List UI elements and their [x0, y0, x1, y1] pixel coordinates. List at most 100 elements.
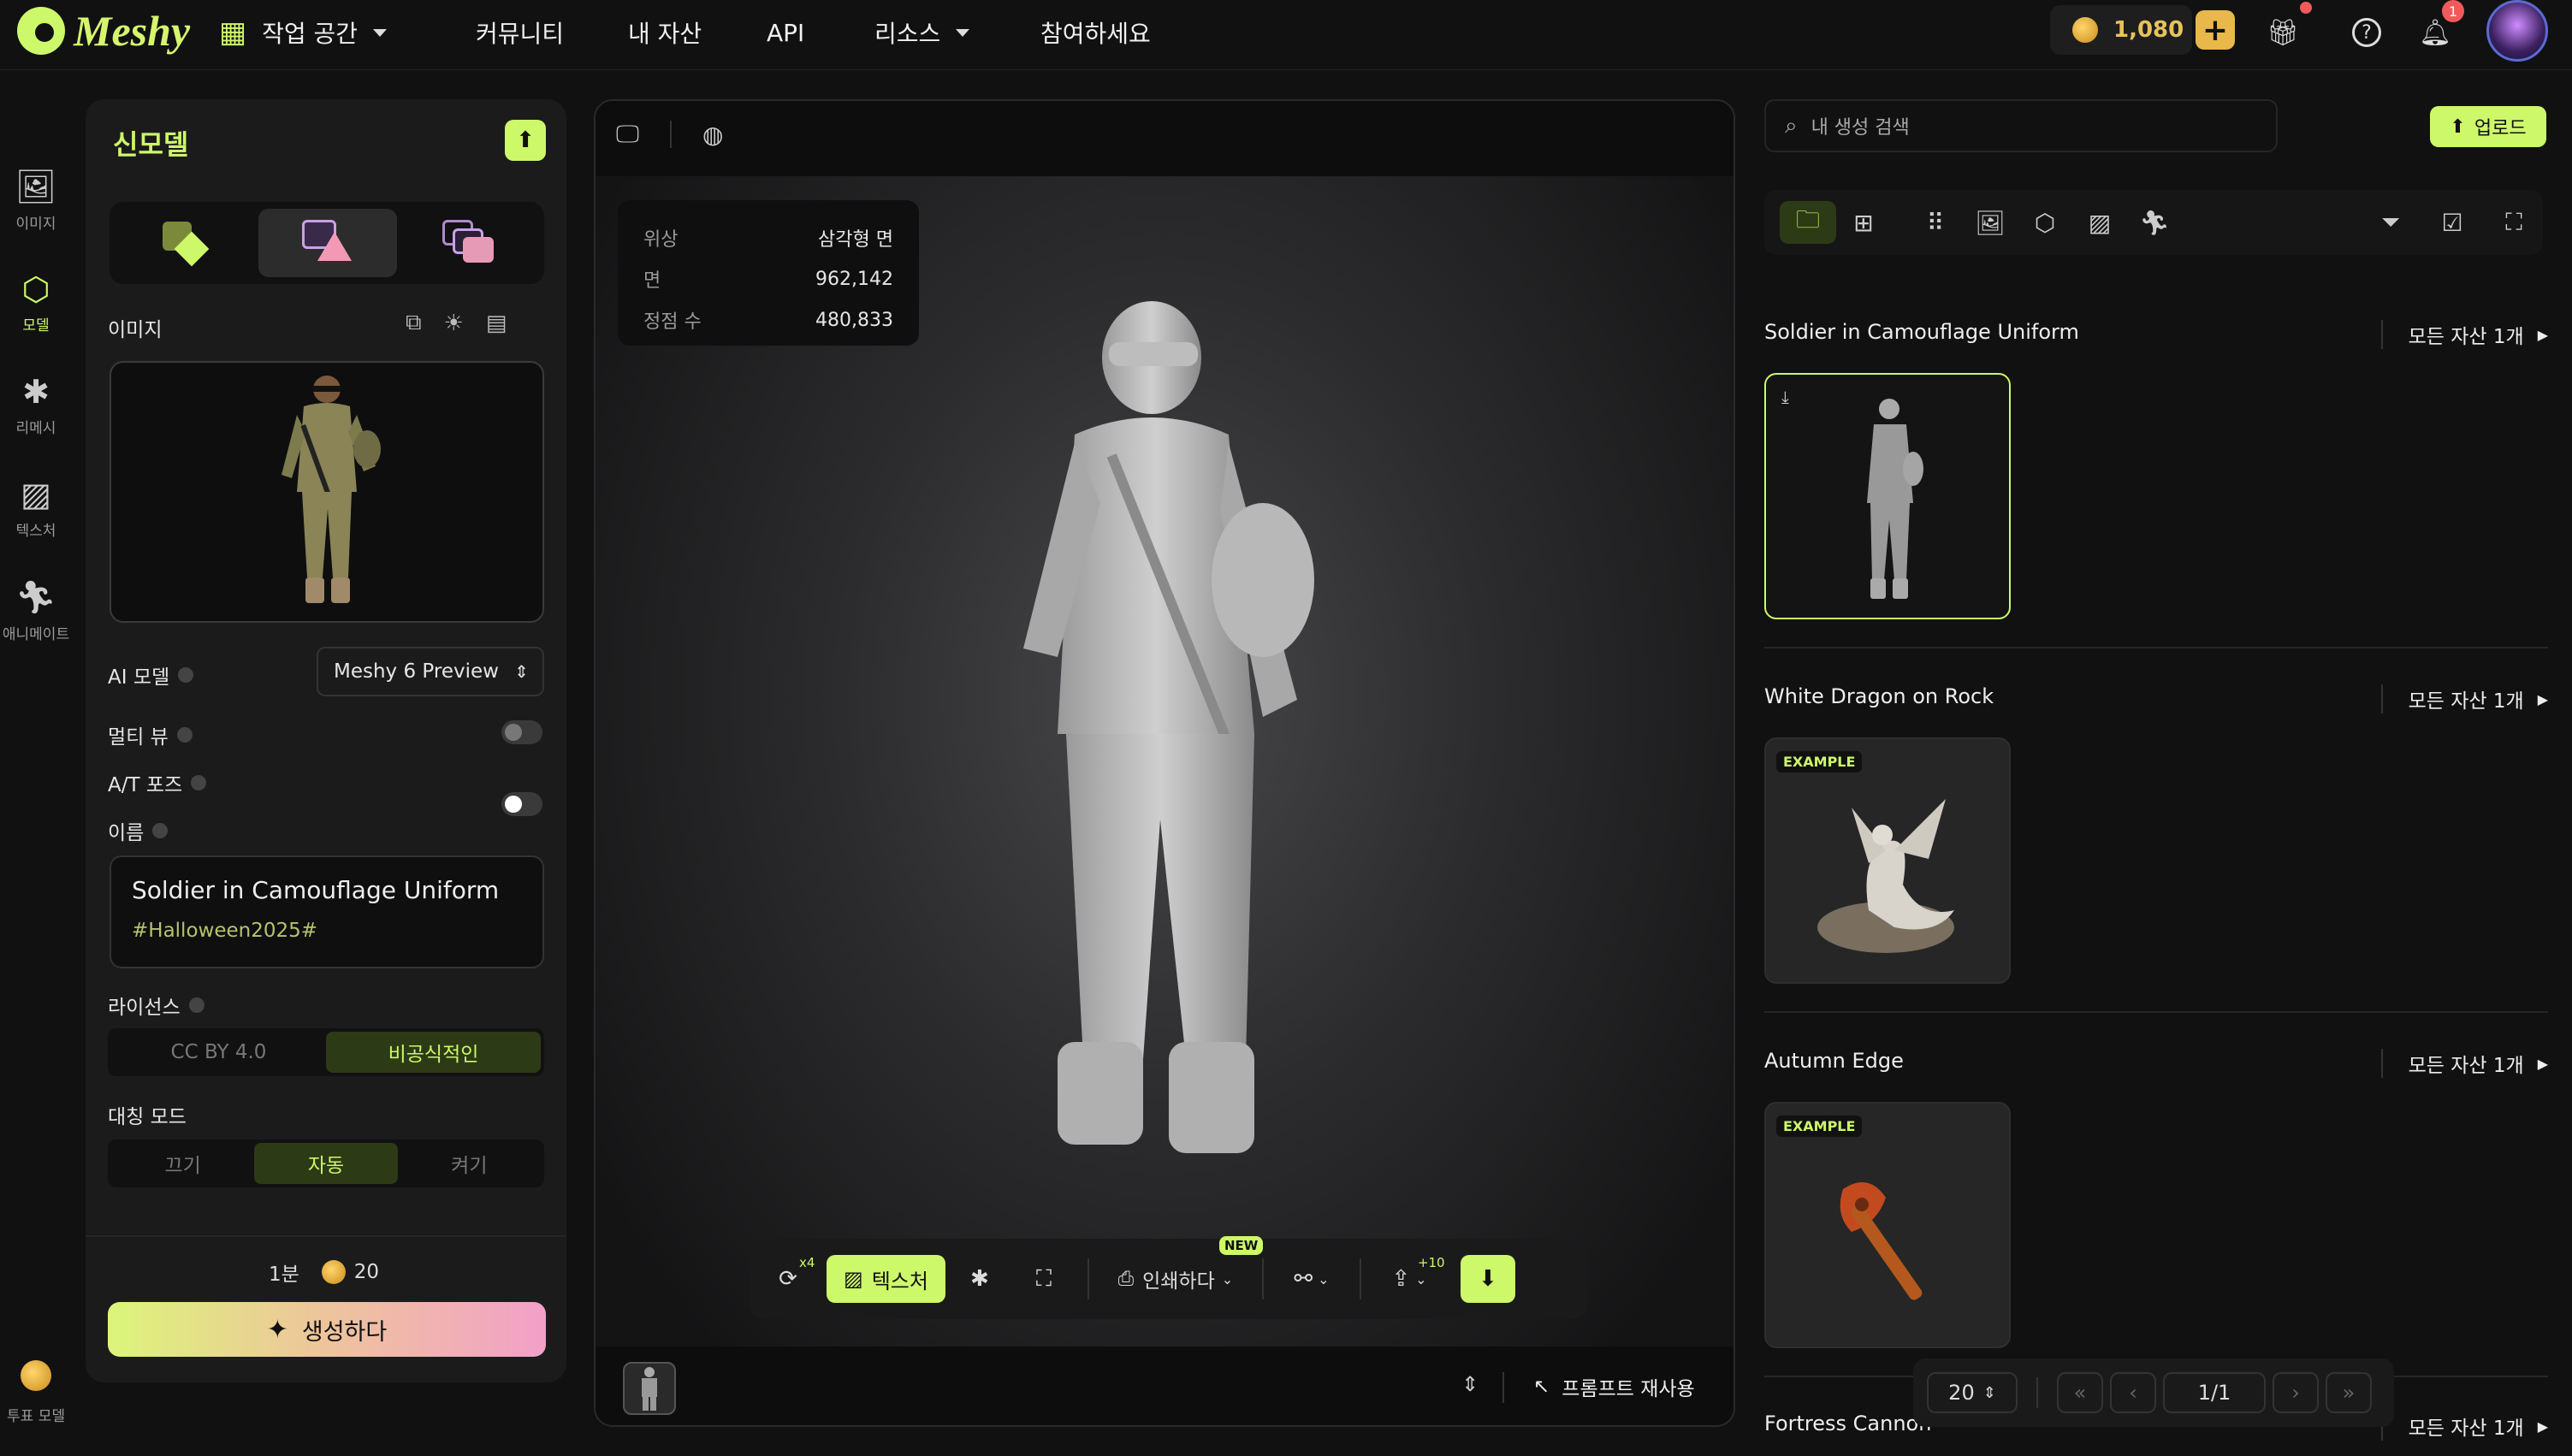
- symmetry-auto[interactable]: 자동: [254, 1143, 398, 1184]
- info-icon[interactable]: [188, 997, 204, 1013]
- soldier-thumbnail-image: [281, 376, 381, 603]
- refresh-button[interactable]: ⟳ x4: [750, 1255, 827, 1303]
- generate-button[interactable]: ✦ 생성하다: [108, 1302, 546, 1357]
- prev-page-button[interactable]: ‹: [2110, 1372, 2156, 1413]
- rail-texture[interactable]: ▨ 텍스처: [0, 476, 72, 540]
- expand-updown-icon[interactable]: ⇕: [1461, 1372, 1479, 1396]
- first-page-button[interactable]: «: [2057, 1372, 2103, 1413]
- license-private[interactable]: 비공식적인: [326, 1032, 541, 1073]
- download-icon[interactable]: ⤓: [1781, 387, 1789, 407]
- rail-image[interactable]: 🖼︎ 이미지: [0, 168, 72, 233]
- buy-credits-button[interactable]: +: [2196, 10, 2235, 50]
- input-image[interactable]: [110, 361, 544, 623]
- page-indicator[interactable]: 1/1: [2163, 1372, 2266, 1413]
- asset-card[interactable]: EXAMPLE: [1764, 737, 2011, 984]
- nav-community[interactable]: 커뮤니티: [476, 14, 564, 51]
- refresh-icon: ⟳: [779, 1266, 797, 1292]
- upload-icon: ⬆: [2450, 115, 2466, 138]
- rail-model[interactable]: ⬡ 모델: [0, 270, 72, 334]
- mode-text-to-3d[interactable]: [116, 209, 255, 277]
- view-all-link[interactable]: 모든 자산 1개 ▶: [2380, 1412, 2548, 1441]
- rail-vote[interactable]: 투표 모델: [0, 1360, 72, 1425]
- license-label: 라이선스: [108, 997, 181, 1019]
- print-button[interactable]: ⎙ 인쇄하다 ⌄ NEW: [1103, 1236, 1264, 1303]
- view-all-link[interactable]: 모든 자산 1개 ▶: [2380, 1049, 2548, 1078]
- remesh-button[interactable]: ✱: [945, 1255, 1014, 1303]
- download-button[interactable]: ⬇: [1460, 1255, 1515, 1303]
- upload-button[interactable]: ⬆ 업로드: [2430, 106, 2546, 147]
- running-icon[interactable]: 🏃︎: [2136, 204, 2173, 241]
- name-tag[interactable]: #Halloween2025#: [132, 920, 522, 942]
- monitor-icon[interactable]: 🖵︎: [616, 120, 639, 149]
- symmetry-on[interactable]: 켜기: [398, 1143, 541, 1184]
- texture-button[interactable]: ▨ 텍스처: [827, 1255, 945, 1303]
- share-button[interactable]: ⇪ ⌄ +10: [1375, 1255, 1444, 1303]
- license-cc-by[interactable]: CC BY 4.0: [111, 1032, 326, 1073]
- grid-view-icon[interactable]: ⊞: [1845, 204, 1882, 241]
- mode-multi-image[interactable]: [399, 209, 537, 277]
- view-all-link[interactable]: 모든 자산 1개 ▶: [2380, 684, 2548, 713]
- checkbox-icon[interactable]: ☑: [2433, 204, 2471, 241]
- asset-card[interactable]: EXAMPLE: [1764, 1102, 2011, 1348]
- credit-balance[interactable]: 1,080: [2050, 5, 2192, 55]
- axe-card-image: [1840, 1182, 1923, 1300]
- ai-model-select[interactable]: Meshy 6 Preview ⇕: [317, 647, 544, 696]
- cube-icon: ⬡: [21, 270, 50, 308]
- top-nav: Meshy ▦ 작업 공간 커뮤니티 내 자산 API 리소스 참여하세요 1,…: [0, 0, 2572, 70]
- time-estimate: 1분: [269, 1264, 299, 1286]
- logo[interactable]: Meshy: [17, 3, 190, 58]
- stat-row: 위상 삼각형 면: [643, 217, 893, 258]
- info-icon[interactable]: [152, 823, 169, 838]
- info-icon[interactable]: [176, 727, 193, 743]
- nav-workspace[interactable]: ▦ 작업 공간: [219, 14, 388, 51]
- viewer-bottom-bar: ⇕ ↖ 프롬프트 재사용: [596, 1347, 1733, 1425]
- reuse-prompt-label: 프롬프트 재사용: [1562, 1378, 1695, 1400]
- document-icon[interactable]: ▤: [486, 311, 507, 336]
- mode-selector: [110, 202, 544, 284]
- next-page-button[interactable]: ›: [2273, 1372, 2319, 1413]
- nav-resources[interactable]: 리소스: [874, 14, 970, 51]
- running-icon: 🏃︎: [15, 578, 57, 616]
- rail-remesh[interactable]: ✱ 리메시: [0, 373, 72, 437]
- model-viewer[interactable]: 🖵︎ ◍ 위상 삼각형 면 면 962,142 정점 수 480,833 ⟳ x…: [594, 99, 1735, 1427]
- cube-icon[interactable]: ⬡: [2026, 204, 2064, 241]
- reuse-prompt-button[interactable]: ↖ 프롬프트 재사용: [1533, 1372, 1695, 1401]
- help-icon[interactable]: ?: [2348, 14, 2385, 51]
- name-input[interactable]: Soldier in Camouflage Uniform #Halloween…: [110, 855, 544, 968]
- rail-animate[interactable]: 🏃︎ 애니메이트: [0, 578, 72, 643]
- tools-button[interactable]: ⚯ ⌄: [1277, 1255, 1346, 1303]
- last-page-button[interactable]: »: [2326, 1372, 2372, 1413]
- search-input[interactable]: ⌕ 내 생성 검색: [1764, 99, 2278, 152]
- image-icon[interactable]: 🖼︎: [1971, 204, 2009, 241]
- nav-my-assets[interactable]: 내 자산: [628, 14, 702, 51]
- compare-icon[interactable]: ⧉: [406, 310, 422, 336]
- asset-card[interactable]: ⤓: [1764, 373, 2011, 619]
- lightbulb-icon[interactable]: ☀: [444, 311, 464, 336]
- model-thumbnail[interactable]: [623, 1362, 676, 1415]
- coin-icon: [321, 1260, 346, 1284]
- view-all-link[interactable]: 모든 자산 1개 ▶: [2380, 320, 2548, 349]
- multiview-toggle[interactable]: [501, 720, 542, 744]
- avatar[interactable]: [2486, 0, 2548, 62]
- globe-icon[interactable]: ◍: [702, 121, 723, 149]
- asset-section: Soldier in Camouflage Uniform 모든 자산 1개 ▶ …: [1764, 320, 2548, 619]
- viewer-mode-icons: 🖵︎ ◍: [616, 120, 723, 149]
- filter-icon[interactable]: ⏷: [2372, 204, 2409, 241]
- nav-api[interactable]: API: [767, 14, 804, 51]
- rig-button[interactable]: ⛶: [1014, 1255, 1074, 1303]
- all-types-icon[interactable]: ⠿: [1917, 204, 1954, 241]
- page-size-select[interactable]: 20 ⇕: [1927, 1372, 2018, 1413]
- info-icon[interactable]: [178, 667, 194, 683]
- folder-icon[interactable]: 🗀︎: [1780, 201, 1836, 244]
- divider: [1359, 1258, 1361, 1299]
- upload-icon-button[interactable]: ⬆: [505, 120, 546, 161]
- rail-image-label: 이미지: [15, 216, 56, 233]
- mode-image-to-3d[interactable]: [258, 209, 397, 277]
- gift-icon[interactable]: 🎁︎: [2264, 14, 2302, 51]
- at-pose-toggle[interactable]: [501, 792, 542, 816]
- texture-icon[interactable]: ▨: [2081, 204, 2119, 241]
- fullscreen-icon[interactable]: ⛶: [2495, 204, 2533, 241]
- info-icon[interactable]: [191, 775, 207, 790]
- symmetry-off[interactable]: 끄기: [111, 1143, 254, 1184]
- nav-join[interactable]: 참여하세요: [1040, 14, 1151, 51]
